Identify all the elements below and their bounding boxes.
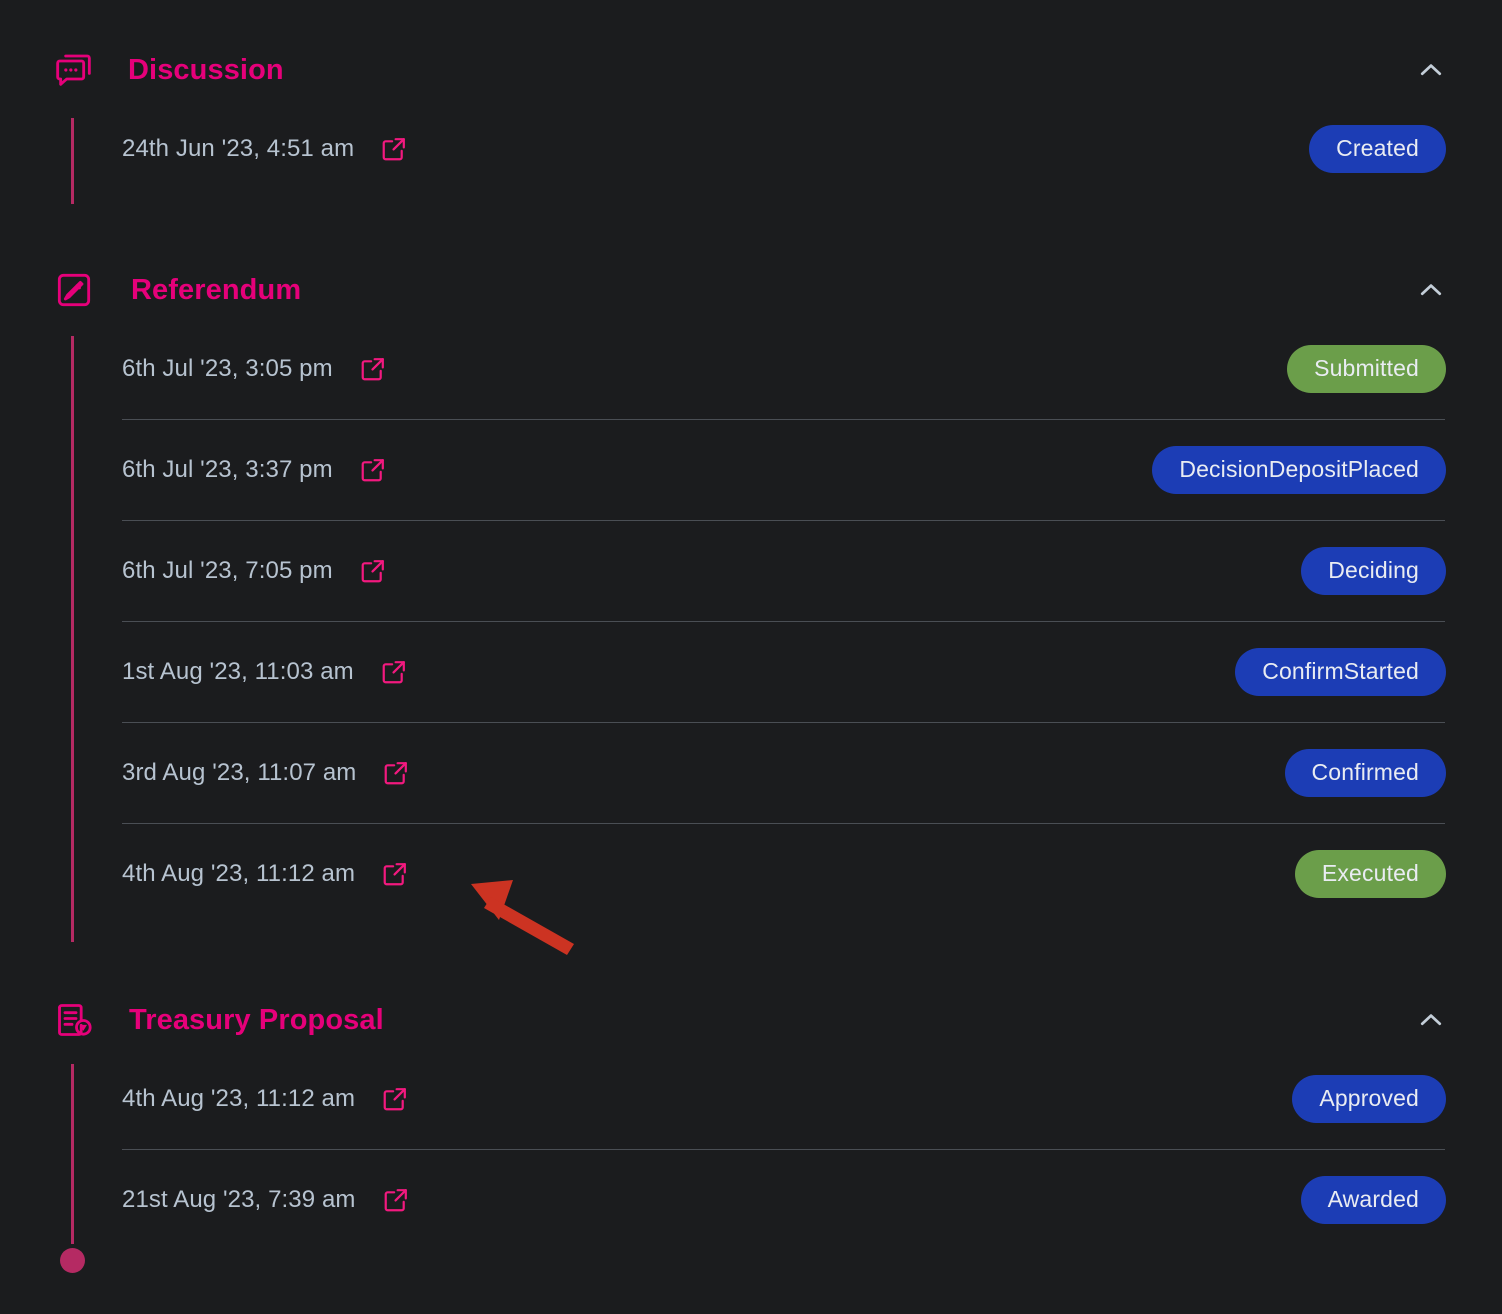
section-header-referendum[interactable]: Referendum (0, 262, 1502, 318)
row-date: 24th Jun '23, 4:51 am (122, 134, 355, 162)
timeline-row: 6th Jul '23, 3:05 pm Submitted (0, 318, 1502, 419)
section-title-treasury-proposal: Treasury Proposal (129, 1003, 384, 1036)
section-referendum: Referendum 6th Jul '23, 3:05 pm Submitte… (0, 262, 1502, 924)
external-link-icon[interactable] (380, 658, 408, 686)
timeline-rows-referendum: 6th Jul '23, 3:05 pm Submitted 6th Jul '… (0, 318, 1502, 924)
status-badge[interactable]: ConfirmStarted (1235, 647, 1446, 696)
section-discussion: Discussion 24th Jun '23, 4:51 am Created (0, 42, 1502, 199)
status-badge[interactable]: Created (1309, 124, 1446, 173)
section-treasury-proposal: Treasury Proposal 4th Aug '23, 11:12 am … (0, 992, 1502, 1250)
external-link-icon[interactable] (359, 557, 387, 585)
status-badge[interactable]: DecisionDepositPlaced (1152, 445, 1446, 494)
external-link-icon[interactable] (359, 456, 387, 484)
timeline-row: 21st Aug '23, 7:39 am Awarded (0, 1149, 1502, 1250)
timeline-row: 1st Aug '23, 11:03 am ConfirmStarted (0, 621, 1502, 722)
external-link-icon[interactable] (382, 1186, 410, 1214)
chevron-up-icon-treasury[interactable] (1416, 1005, 1446, 1035)
external-link-icon[interactable] (380, 135, 408, 163)
external-link-icon[interactable] (382, 759, 410, 787)
row-date: 3rd Aug '23, 11:07 am (122, 758, 357, 786)
chevron-up-icon-referendum[interactable] (1416, 275, 1446, 305)
chat-bubbles-icon (54, 50, 94, 90)
external-link-icon[interactable] (381, 860, 409, 888)
external-link-icon[interactable] (359, 355, 387, 383)
timeline-rows-treasury: 4th Aug '23, 11:12 am Approved 21st Aug … (0, 1048, 1502, 1250)
external-link-icon[interactable] (381, 1085, 409, 1113)
timeline-row: 3rd Aug '23, 11:07 am Confirmed (0, 722, 1502, 823)
edit-square-icon (54, 270, 94, 310)
chevron-up-icon-discussion[interactable] (1416, 55, 1446, 85)
timeline-end-dot (60, 1248, 85, 1273)
row-date: 6th Jul '23, 7:05 pm (122, 556, 333, 584)
proposal-timeline: Discussion 24th Jun '23, 4:51 am Created… (0, 0, 1502, 1314)
row-date: 4th Aug '23, 11:12 am (122, 859, 356, 887)
section-title-referendum: Referendum (131, 273, 302, 306)
section-header-treasury-proposal[interactable]: Treasury Proposal (0, 992, 1502, 1048)
row-date: 1st Aug '23, 11:03 am (122, 657, 354, 685)
status-badge[interactable]: Awarded (1300, 1175, 1446, 1224)
section-header-discussion[interactable]: Discussion (0, 42, 1502, 98)
timeline-row: 6th Jul '23, 7:05 pm Deciding (0, 520, 1502, 621)
treasury-document-icon (54, 1000, 94, 1040)
timeline-rows-discussion: 24th Jun '23, 4:51 am Created (0, 98, 1502, 199)
row-date: 6th Jul '23, 3:05 pm (122, 354, 333, 382)
row-date: 6th Jul '23, 3:37 pm (122, 455, 333, 483)
status-badge[interactable]: Deciding (1301, 546, 1446, 595)
section-title-discussion: Discussion (128, 53, 284, 86)
row-date: 4th Aug '23, 11:12 am (122, 1084, 356, 1112)
timeline-row: 4th Aug '23, 11:12 am Approved (0, 1048, 1502, 1149)
status-badge[interactable]: Submitted (1287, 344, 1446, 393)
timeline-row: 6th Jul '23, 3:37 pm DecisionDepositPlac… (0, 419, 1502, 520)
status-badge[interactable]: Approved (1292, 1074, 1446, 1123)
status-badge[interactable]: Confirmed (1284, 748, 1446, 797)
status-badge[interactable]: Executed (1294, 849, 1446, 898)
timeline-row: 4th Aug '23, 11:12 am Executed (0, 823, 1502, 924)
timeline-row: 24th Jun '23, 4:51 am Created (0, 98, 1502, 199)
row-date: 21st Aug '23, 7:39 am (122, 1185, 356, 1213)
